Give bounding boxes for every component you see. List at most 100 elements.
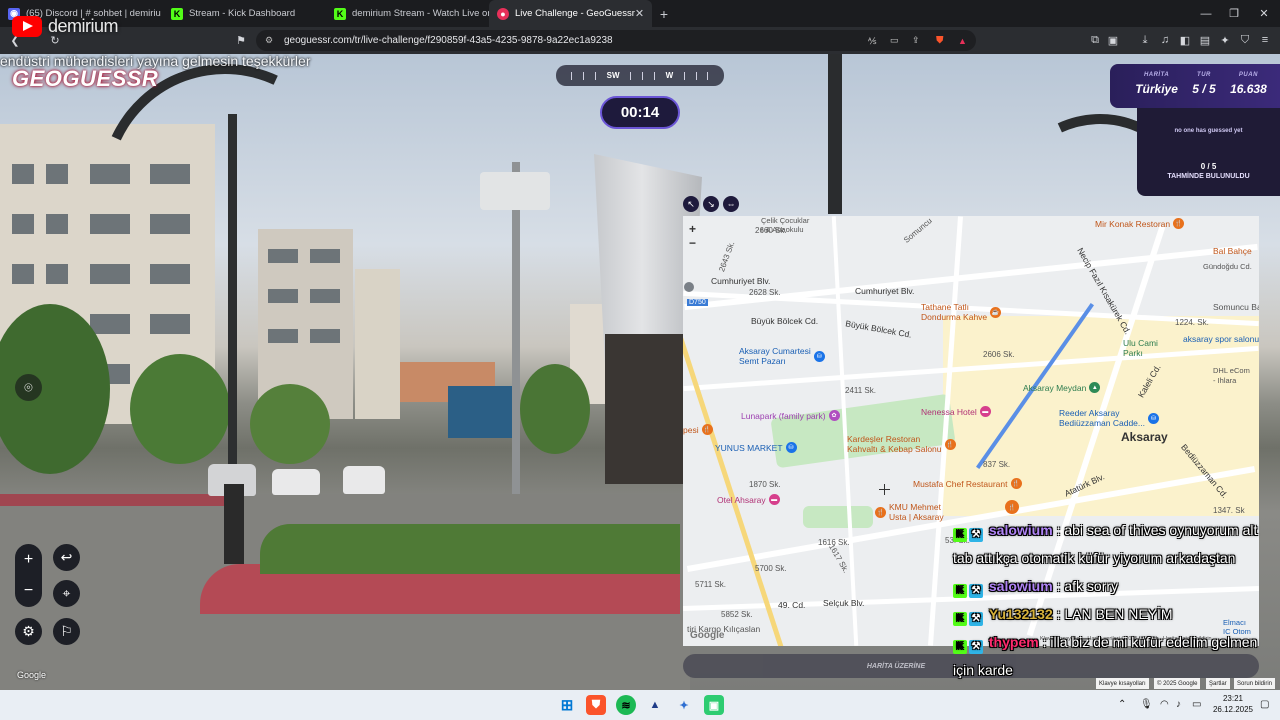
menu-icon[interactable]: ≡ xyxy=(1256,31,1274,49)
shopping-icon: ⛁ xyxy=(785,442,797,453)
poi-restaurant[interactable]: Mir Konak Restoran 🍴 xyxy=(1095,218,1187,229)
poi-hotel[interactable]: Nenessa Hotel ▬ xyxy=(921,406,994,417)
leo-icon[interactable]: ✦ xyxy=(1216,31,1234,49)
sv-report-link[interactable]: Sorun bildirin xyxy=(1234,678,1276,689)
site-info-icon[interactable]: ⚙ xyxy=(265,35,273,46)
poi-park[interactable]: Ulu Cami Parkı xyxy=(1123,338,1158,358)
tab-geoguessr[interactable]: ● Live Challenge - GeoGuessr ✕ xyxy=(489,0,652,27)
street-label: Cumhuriyet Blv. xyxy=(711,276,771,286)
street-label: 1224. Sk. xyxy=(1175,318,1209,327)
round-label: TUR xyxy=(1197,72,1211,78)
spotify-icon[interactable]: ≋ xyxy=(616,695,636,715)
zoom-out-icon[interactable]: − xyxy=(24,582,33,600)
street-label: Büyük Bölcek Cd. xyxy=(844,318,913,340)
poi-label: YUNUS MARKET xyxy=(715,442,783,453)
share-icon[interactable]: ⇪ xyxy=(912,35,920,46)
poi-market[interactable]: Aksaray Cumartesi Semt Pazarı ⛁ xyxy=(739,346,828,366)
close-window-icon[interactable]: ✕ xyxy=(1248,0,1280,27)
sidebar-icon[interactable]: ◧ xyxy=(1176,31,1194,49)
poi-place[interactable]: Somuncu Bab xyxy=(1213,302,1259,312)
flag-icon[interactable]: ⚐ xyxy=(53,618,80,645)
geoguessr-logo[interactable]: GEOGUESSR xyxy=(12,66,158,92)
poi-restaurant[interactable]: Bal Bahçe xyxy=(1213,246,1252,256)
street-label: 5711 Sk. xyxy=(695,580,726,589)
poi-hotel[interactable]: Otel Ahsaray ▬ xyxy=(717,494,783,505)
sidewalk xyxy=(0,494,230,506)
compass-sw: SW xyxy=(606,71,620,80)
score-label: PUAN xyxy=(1238,72,1258,78)
poi-cafe[interactable]: Tathane Tatlı Dondurma Kahve ☕ xyxy=(921,302,1004,322)
taskbar-clock[interactable]: 23:21 26.12.2025 xyxy=(1208,693,1258,715)
sv-terms-link[interactable]: Şartlar xyxy=(1206,678,1230,689)
poi-gym[interactable]: aksaray spor salonu xyxy=(1183,334,1259,344)
chat-icon[interactable]: ⌾ xyxy=(15,374,42,401)
bookmark-icon[interactable]: ⚑ xyxy=(232,31,250,49)
sub-badge-icon: ⚒ xyxy=(969,528,983,542)
park-area xyxy=(803,506,873,528)
poi-label: KMU Mehmet Usta | Aksaray xyxy=(889,502,944,522)
volume-icon[interactable]: ♪ xyxy=(1176,699,1181,710)
poi-school[interactable]: Çelik Çocuklar r & Anaokulu xyxy=(761,216,809,234)
chat-message: K ⚒ salowium : abi sea of thives oynuyoru… xyxy=(953,516,1263,572)
sv-shortcuts-link[interactable]: Klavye kısayolları xyxy=(1096,678,1149,689)
app-icon[interactable]: ▣ xyxy=(704,695,724,715)
vpn-icon[interactable]: ⛉ xyxy=(1236,31,1254,49)
poi-label: Mustafa Chef Restaurant xyxy=(913,478,1008,489)
poi-place[interactable]: DHL eCom - Ihlara xyxy=(1213,366,1250,386)
sv-copyright: © 2025 Google xyxy=(1154,678,1201,689)
poi-label: Ulu Cami Parkı xyxy=(1123,338,1158,358)
cast-icon[interactable]: ▭ xyxy=(890,35,899,46)
return-to-start-icon[interactable]: ⌖ xyxy=(53,580,80,607)
url-text: geoguessr.com/tr/live-challenge/f290859f… xyxy=(284,35,613,46)
poi-restaurant[interactable]: 🍴 KMU Mehmet Usta | Aksaray xyxy=(875,502,944,522)
tree xyxy=(130,354,230,464)
poi-restaurant[interactable]: Kardeşler Restoran Kahvaltı & Kebap Salo… xyxy=(847,434,959,454)
app-icon[interactable]: ▲ xyxy=(645,695,665,715)
battery-icon[interactable]: ▭ xyxy=(1192,699,1201,710)
url-field[interactable]: ⚙ geoguessr.com/tr/live-challenge/f29085… xyxy=(256,30,976,51)
round-timer: 00:14 xyxy=(600,96,680,129)
notifications-icon[interactable]: ▢ xyxy=(1260,699,1269,710)
media-icon[interactable]: ♫ xyxy=(1156,31,1174,49)
hotel-icon: ▬ xyxy=(768,494,780,505)
app-icon[interactable]: ✦ xyxy=(674,695,694,715)
map-zoom-out[interactable]: − xyxy=(689,236,696,250)
pin-map-icon[interactable]: ⇔ xyxy=(723,196,739,212)
restore-icon[interactable]: ❐ xyxy=(1218,0,1250,27)
sub-badge-icon: ⚒ xyxy=(969,612,983,626)
undo-move-icon[interactable]: ↩ xyxy=(53,544,80,571)
microphone-icon[interactable]: 🎙 xyxy=(1140,699,1153,710)
poi-square[interactable]: Aksaray Meydan ▲ xyxy=(1023,382,1103,393)
poi-market[interactable]: YUNUS MARKET ⛁ xyxy=(715,442,800,453)
wallet-icon[interactable]: ▤ xyxy=(1196,31,1214,49)
poi-label: Somuncu Bab xyxy=(1213,302,1259,312)
poi-amusement[interactable]: Lunapark (family park) ✿ xyxy=(741,410,843,421)
shrink-map-icon[interactable]: ↘ xyxy=(703,196,719,212)
poi-store[interactable]: Reeder Aksaray Bediüzzaman Cadde... ⛁ xyxy=(1059,408,1162,428)
restaurant-icon: 🍴 xyxy=(1010,478,1022,489)
tab-kick-dashboard[interactable]: K Stream - Kick Dashboard xyxy=(163,0,326,27)
settings-icon[interactable]: ⚙ xyxy=(15,618,42,645)
tab-kick-stream[interactable]: K demirium Stream - Watch Live on Kic xyxy=(326,0,489,27)
poi-label: Kardeşler Restoran Kahvaltı & Kebap Salo… xyxy=(847,434,942,454)
poi-restaurant[interactable]: pesi 🍴 xyxy=(683,424,716,435)
brave-rewards-icon[interactable]: ▲ xyxy=(958,36,967,46)
windows-start-icon[interactable]: ⊞ xyxy=(557,695,577,715)
poi-label: Aksaray Meydan xyxy=(1023,382,1087,393)
download-icon[interactable]: ⤓ xyxy=(1136,31,1154,49)
brave-shield-icon[interactable]: ⛊ xyxy=(936,35,944,46)
zoom-in-icon[interactable]: + xyxy=(24,551,33,569)
score-value: 16.638 xyxy=(1230,82,1267,96)
wifi-icon[interactable]: ◠ xyxy=(1160,699,1169,710)
poi-restaurant[interactable]: Mustafa Chef Restaurant 🍴 xyxy=(913,478,1025,489)
tab-search-icon[interactable]: ▣ xyxy=(1104,31,1122,49)
new-tab-button[interactable]: + xyxy=(652,6,676,22)
brave-browser-icon[interactable]: ⛊ xyxy=(586,695,606,715)
extensions-icon[interactable]: ⧉ xyxy=(1086,31,1104,49)
translate-icon[interactable]: ⅍ xyxy=(868,36,877,46)
close-tab-icon[interactable]: ✕ xyxy=(635,7,644,20)
tray-overflow-icon[interactable]: ⌃ xyxy=(1118,699,1126,710)
map-zoom-in[interactable]: + xyxy=(689,222,696,236)
tree xyxy=(520,364,590,454)
expand-map-icon[interactable]: ↖ xyxy=(683,196,699,212)
